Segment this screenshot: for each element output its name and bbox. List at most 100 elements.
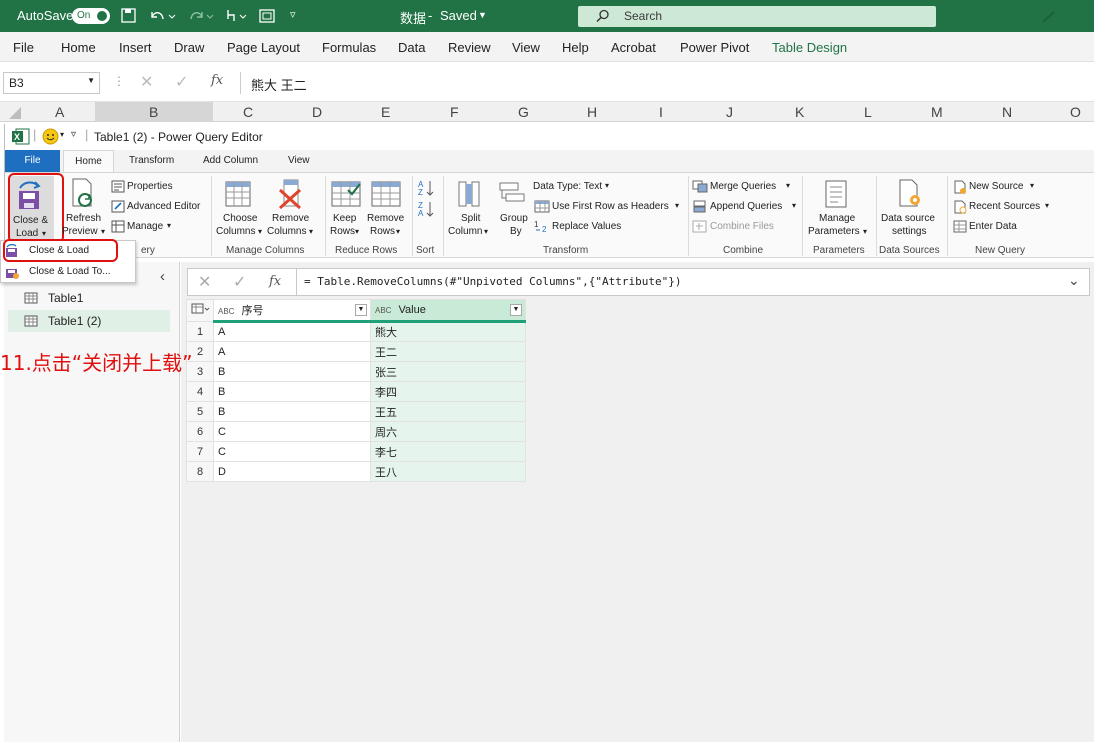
col-header-c[interactable]: C	[243, 104, 253, 120]
save-state-chevron-icon[interactable]: ▼	[478, 10, 487, 20]
tab-home[interactable]: Home	[63, 150, 114, 172]
col-header-o[interactable]: O	[1070, 104, 1081, 120]
col-header-e[interactable]: E	[381, 104, 390, 120]
save-icon[interactable]	[121, 8, 137, 24]
data-source-settings-label-2[interactable]: settings	[892, 226, 926, 238]
col-header-a[interactable]: A	[55, 104, 64, 120]
choose-columns-label-1[interactable]: Choose	[223, 213, 257, 225]
col-header-k[interactable]: K	[795, 104, 804, 120]
tab-add-column[interactable]: Add Column	[203, 155, 258, 166]
split-column-label-2[interactable]: Column	[448, 226, 482, 238]
keep-rows-label-2[interactable]: Rows	[330, 226, 355, 238]
menu-power-pivot[interactable]: Power Pivot	[680, 40, 749, 55]
row-number[interactable]: 8	[186, 461, 214, 482]
col-header-f[interactable]: F	[450, 104, 459, 120]
cell-value[interactable]: 李七	[370, 441, 526, 462]
new-source-button[interactable]: New Source	[969, 181, 1023, 193]
redo-icon[interactable]	[188, 8, 216, 24]
col-header-j[interactable]: J	[726, 104, 733, 120]
menu-view[interactable]: View	[512, 40, 540, 55]
customize-toolbar-icon[interactable]: ▿	[290, 8, 296, 21]
query-item-table1-2[interactable]: Table1 (2)	[8, 310, 170, 332]
cell-value[interactable]: 王八	[370, 461, 526, 482]
row-number[interactable]: 1	[186, 321, 214, 342]
table-corner-menu[interactable]	[186, 299, 214, 322]
menu-acrobat[interactable]: Acrobat	[611, 40, 656, 55]
touch-mode-icon[interactable]	[222, 7, 250, 25]
keep-rows-label-1[interactable]: Keep	[333, 213, 356, 225]
menu-page-layout[interactable]: Page Layout	[227, 40, 300, 55]
properties-button[interactable]: Properties	[127, 181, 173, 193]
remove-rows-label-2[interactable]: Rows	[370, 226, 395, 238]
data-type-chevron-icon[interactable]: ▾	[605, 180, 609, 192]
manage-button[interactable]: Manage	[127, 221, 163, 233]
col-header-l[interactable]: L	[864, 104, 872, 120]
use-first-row-chevron-icon[interactable]: ▾	[675, 200, 679, 212]
split-column-label-1[interactable]: Split	[461, 213, 480, 225]
pq-fx-icon[interactable]: fx	[269, 274, 281, 289]
choose-columns-label-2[interactable]: Columns	[216, 226, 255, 238]
manage-chevron-icon[interactable]: ▾	[167, 220, 171, 232]
append-queries-chevron-icon[interactable]: ▾	[792, 200, 796, 212]
keep-rows-chevron-icon[interactable]: ▾	[355, 226, 359, 238]
manage-parameters-label-1[interactable]: Manage	[819, 213, 855, 225]
menu-data[interactable]: Data	[398, 40, 425, 55]
select-all-icon[interactable]	[8, 106, 22, 120]
new-source-chevron-icon[interactable]: ▾	[1030, 180, 1034, 192]
remove-columns-chevron-icon[interactable]: ▾	[309, 226, 313, 238]
refresh-chevron-icon[interactable]: ▾	[101, 226, 105, 238]
row-number[interactable]: 5	[186, 401, 214, 422]
menu-review[interactable]: Review	[448, 40, 491, 55]
manage-parameters-chevron-icon[interactable]: ▾	[863, 226, 867, 238]
cell-value[interactable]: 王二	[370, 341, 526, 362]
remove-rows-chevron-icon[interactable]: ▾	[396, 226, 400, 238]
recent-sources-button[interactable]: Recent Sources	[969, 201, 1040, 213]
cell-xuhao[interactable]: B	[213, 381, 371, 402]
menu-insert[interactable]: Insert	[119, 40, 152, 55]
merge-queries-button[interactable]: Merge Queries	[710, 181, 776, 193]
menu-draw[interactable]: Draw	[174, 40, 204, 55]
pq-commit-icon[interactable]: ✓	[233, 272, 246, 292]
smiley-feedback-icon[interactable]	[42, 128, 59, 145]
data-source-settings-label-1[interactable]: Data source	[881, 213, 935, 225]
col-header-d[interactable]: D	[312, 104, 322, 120]
col-header-h[interactable]: H	[587, 104, 597, 120]
undo-icon[interactable]	[148, 8, 176, 24]
menu-file[interactable]: File	[13, 40, 34, 55]
enter-data-button[interactable]: Enter Data	[969, 221, 1017, 233]
name-box[interactable]: B3 ▼	[3, 72, 100, 94]
cell-xuhao[interactable]: B	[213, 401, 371, 422]
pq-cancel-icon[interactable]: ✕	[198, 272, 211, 292]
use-first-row-button[interactable]: Use First Row as Headers	[552, 201, 669, 213]
row-number[interactable]: 4	[186, 381, 214, 402]
cell-xuhao[interactable]: A	[213, 341, 371, 362]
menu-home[interactable]: Home	[61, 40, 96, 55]
refresh-label-1[interactable]: Refresh	[66, 213, 101, 225]
col-header-b[interactable]: B	[149, 104, 158, 120]
menu-formulas[interactable]: Formulas	[322, 40, 376, 55]
advanced-editor-button[interactable]: Advanced Editor	[127, 201, 200, 213]
formula-input[interactable]: 熊大 王二	[240, 72, 1092, 94]
cell-xuhao[interactable]: B	[213, 361, 371, 382]
remove-columns-label-2[interactable]: Columns	[267, 226, 306, 238]
insert-function-icon[interactable]: fx	[211, 73, 223, 88]
group-by-label-1[interactable]: Group	[500, 213, 528, 225]
menu-help[interactable]: Help	[562, 40, 589, 55]
recent-sources-chevron-icon[interactable]: ▾	[1045, 200, 1049, 212]
feedback-chevron-icon[interactable]: ▾	[60, 130, 64, 139]
manage-parameters-label-2[interactable]: Parameters	[808, 226, 860, 238]
filter-dropdown-icon[interactable]: ▼	[510, 304, 522, 316]
search-box[interactable]: Search	[578, 6, 936, 27]
cell-xuhao[interactable]: C	[213, 441, 371, 462]
tab-view[interactable]: View	[288, 155, 310, 166]
column-header-xuhao[interactable]: ABC 序号 ▼	[213, 299, 371, 323]
menu-item-close-load-to[interactable]: Close & Load To...	[1, 262, 135, 282]
choose-columns-chevron-icon[interactable]: ▾	[258, 226, 262, 238]
cell-value[interactable]: 张三	[370, 361, 526, 382]
cell-xuhao[interactable]: D	[213, 461, 371, 482]
group-by-label-2[interactable]: By	[510, 226, 522, 238]
expand-formula-chevron-icon[interactable]: ⌄	[1068, 272, 1080, 289]
col-header-i[interactable]: I	[659, 104, 663, 120]
name-box-chevron-icon[interactable]: ▼	[87, 76, 95, 85]
sort-descending-icon[interactable]: ZA	[418, 200, 434, 218]
